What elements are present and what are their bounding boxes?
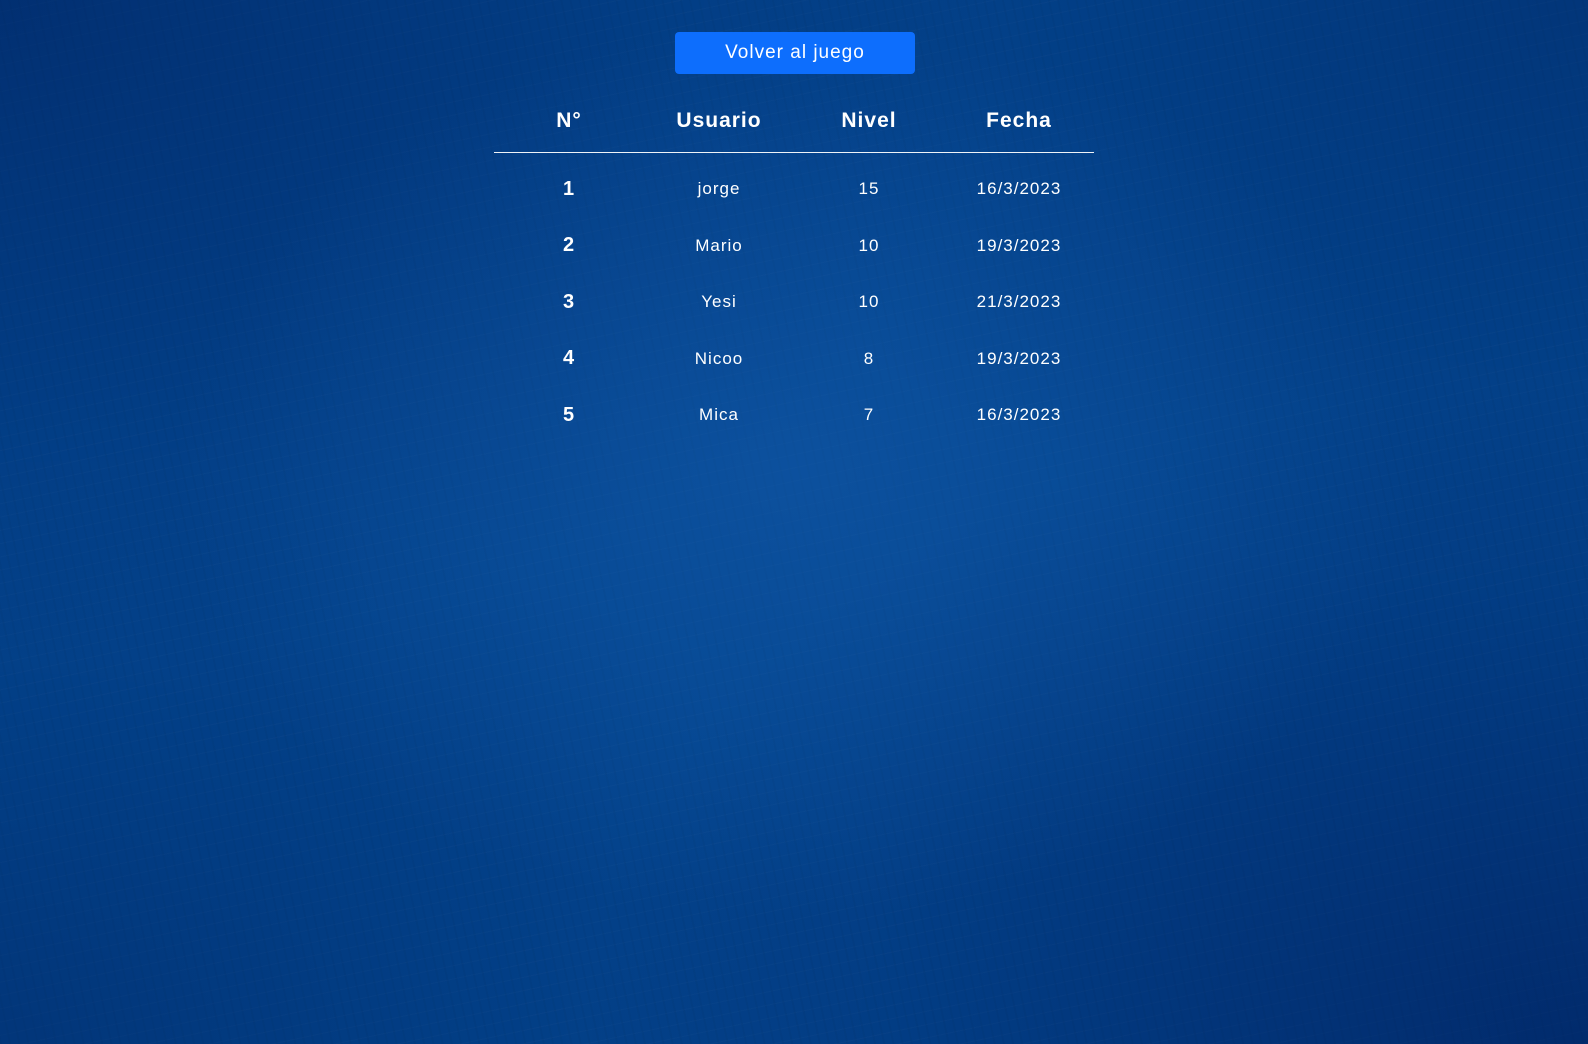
header-row: N° Usuario Nivel Fecha: [494, 90, 1094, 153]
user-cell: Nicoo: [694, 348, 744, 368]
date-cell: 16/3/2023: [976, 179, 1062, 199]
date-cell: 19/3/2023: [976, 348, 1062, 368]
leaderboard-body: 1 jorge 15 16/3/2023 2 Mario 10 19/3/202…: [494, 153, 1094, 444]
rank-cell: 4: [562, 347, 576, 370]
header-level: Nivel: [794, 90, 944, 153]
date-cell: 19/3/2023: [976, 235, 1062, 255]
leaderboard-header: N° Usuario Nivel Fecha: [494, 90, 1094, 153]
leaderboard-table: N° Usuario Nivel Fecha 1 jorge 15 16/3/2…: [494, 90, 1094, 444]
table-row: 3 Yesi 10 21/3/2023: [494, 274, 1094, 331]
table-row: 5 Mica 7 16/3/2023: [494, 387, 1094, 444]
level-cell: 10: [858, 292, 880, 312]
user-cell: Mario: [695, 235, 743, 255]
user-cell: Yesi: [701, 292, 737, 312]
header-user: Usuario: [644, 90, 794, 153]
table-row: 2 Mario 10 19/3/2023: [494, 218, 1094, 275]
date-cell: 21/3/2023: [976, 292, 1062, 312]
rank-cell: 2: [562, 234, 576, 257]
table-row: 4 Nicoo 8 19/3/2023: [494, 331, 1094, 388]
level-cell: 15: [858, 179, 880, 199]
rank-cell: 1: [562, 177, 576, 200]
table-row: 1 jorge 15 16/3/2023: [494, 153, 1094, 218]
level-cell: 10: [858, 235, 880, 255]
rank-cell: 3: [562, 290, 576, 313]
date-cell: 16/3/2023: [976, 405, 1062, 425]
user-cell: jorge: [697, 179, 741, 199]
rank-cell: 5: [562, 403, 576, 426]
back-to-game-button[interactable]: Volver al juego: [675, 32, 915, 74]
level-cell: 8: [863, 348, 875, 368]
header-date: Fecha: [944, 90, 1094, 153]
header-rank: N°: [494, 90, 644, 153]
user-cell: Mica: [699, 405, 739, 425]
level-cell: 7: [863, 405, 875, 425]
